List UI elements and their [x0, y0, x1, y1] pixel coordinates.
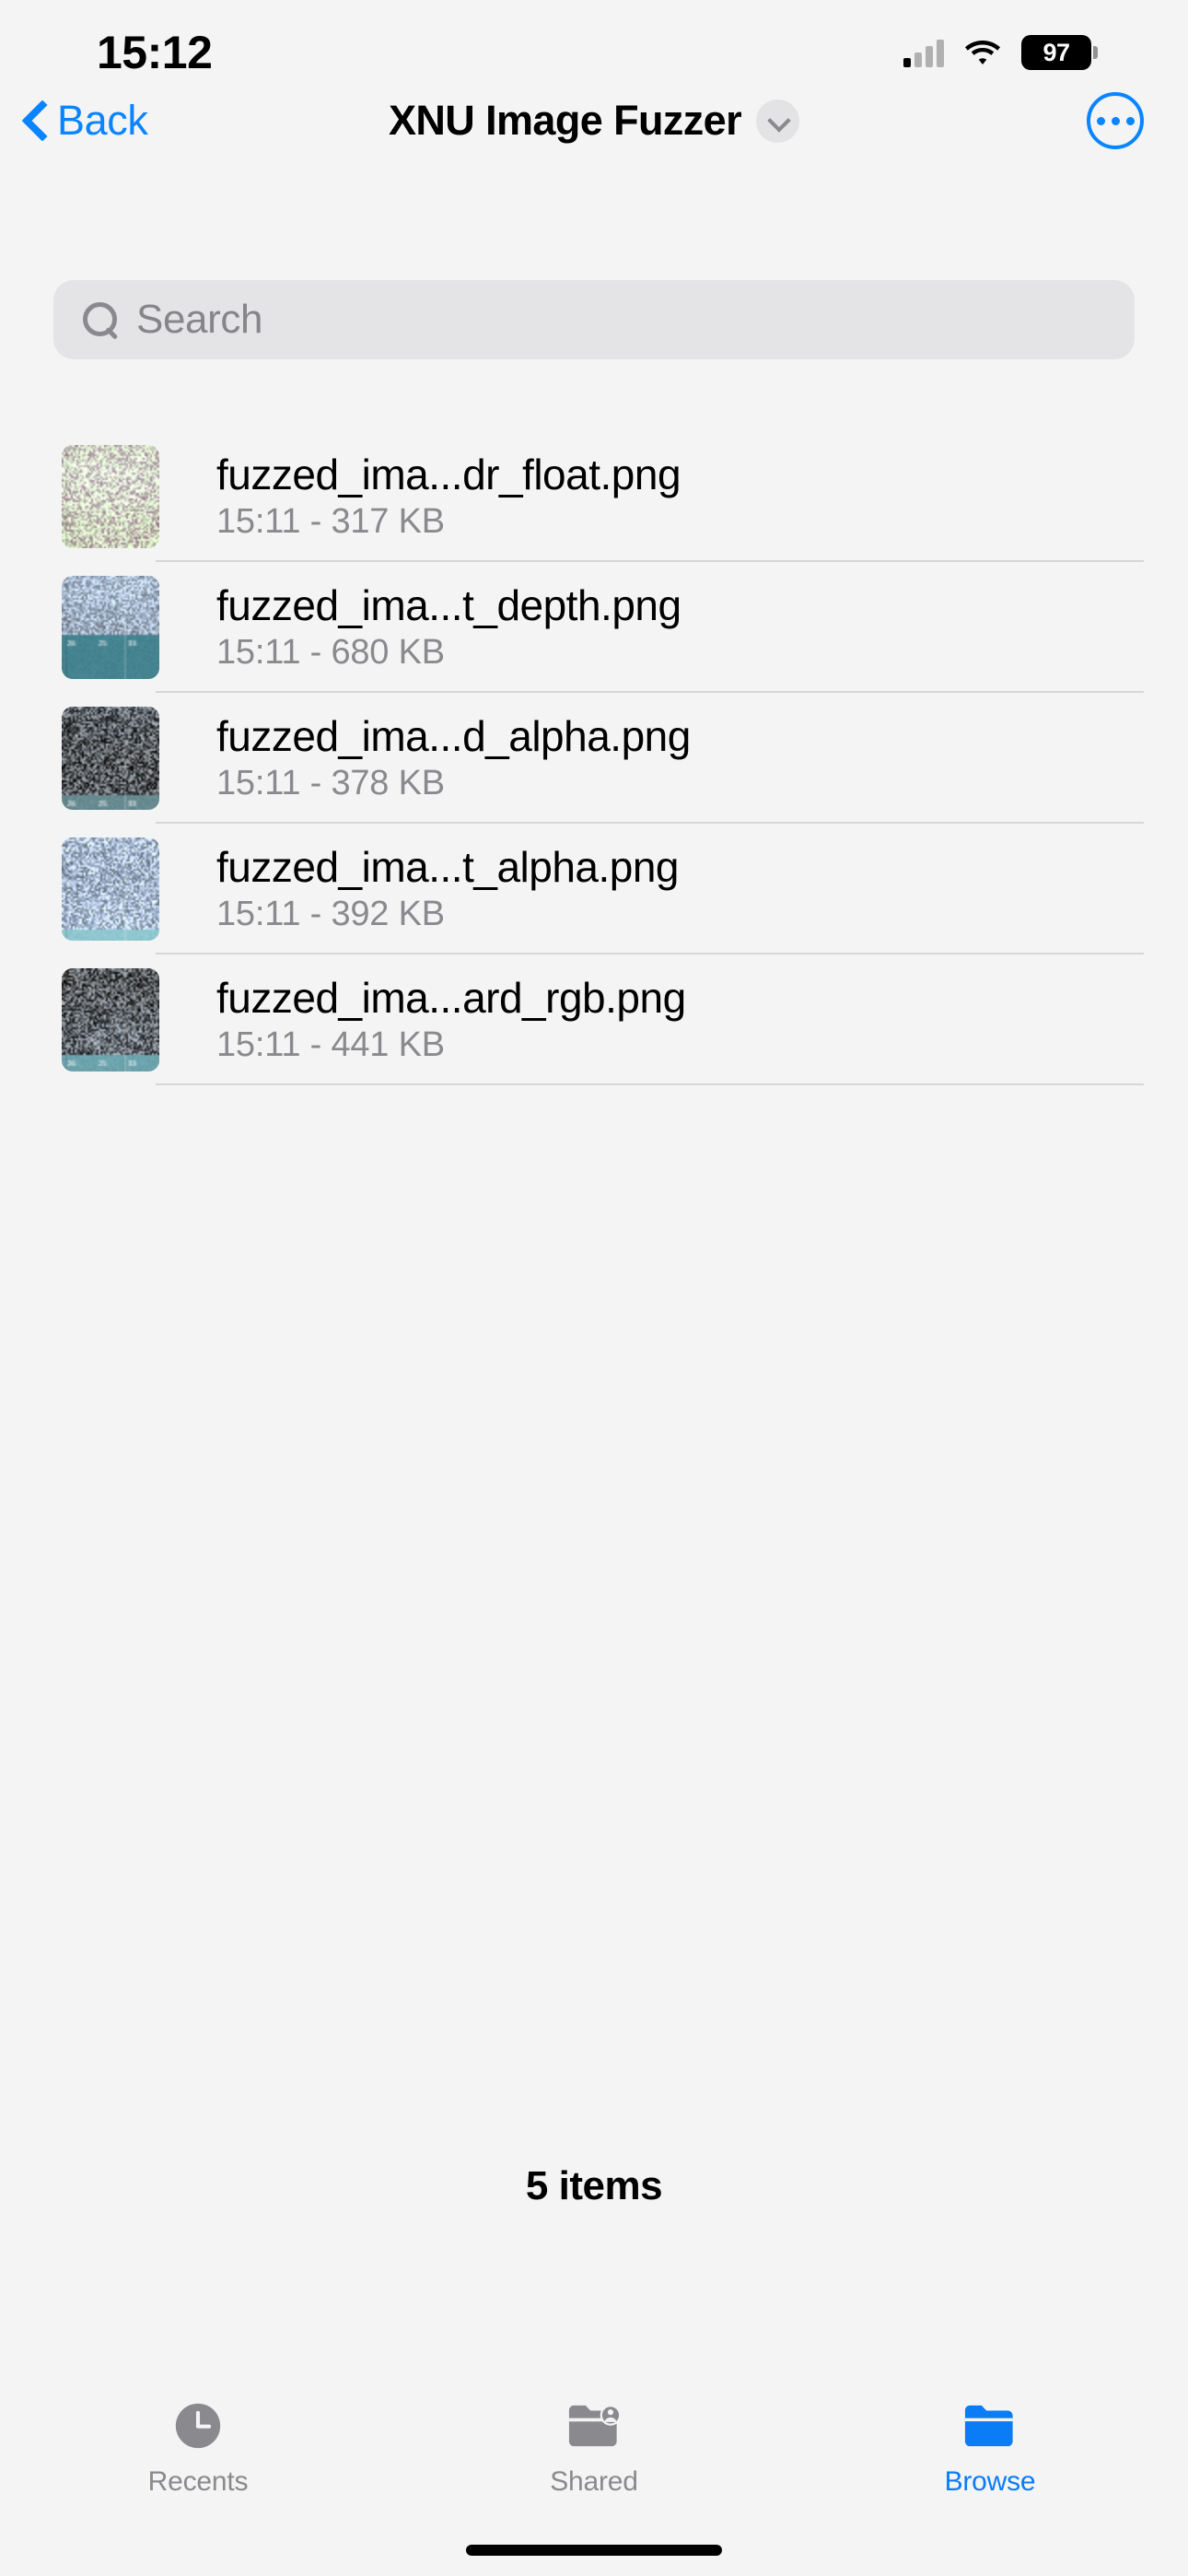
- tab-label-shared: Shared: [550, 2466, 638, 2498]
- file-list: fuzzed_ima...dr_float.png 15:11 - 317 KB…: [0, 431, 1188, 1085]
- file-meta: 15:11 - 441 KB: [216, 1027, 686, 1064]
- file-row-text: fuzzed_ima...t_alpha.png 15:11 - 392 KB: [216, 845, 679, 933]
- row-separator: [156, 1083, 1144, 1085]
- file-row-text: fuzzed_ima...d_alpha.png 15:11 - 378 KB: [216, 714, 691, 802]
- ellipsis-dot-icon: [1097, 117, 1105, 125]
- chevron-left-icon: [24, 100, 48, 141]
- battery-icon: 97: [1021, 35, 1091, 70]
- clock-icon: [166, 2398, 230, 2453]
- file-row-text: fuzzed_ima...ard_rgb.png 15:11 - 441 KB: [216, 976, 686, 1064]
- file-meta: 15:11 - 317 KB: [216, 504, 681, 541]
- file-thumbnail: [62, 707, 159, 810]
- back-button-label: Back: [57, 97, 147, 145]
- tab-recents[interactable]: Recents: [0, 2398, 396, 2498]
- file-meta: 15:11 - 680 KB: [216, 635, 681, 672]
- tab-label-recents: Recents: [148, 2466, 249, 2498]
- item-count-label: 5 items: [0, 2163, 1188, 2209]
- file-name: fuzzed_ima...ard_rgb.png: [216, 976, 686, 1020]
- table-row[interactable]: fuzzed_ima...d_alpha.png 15:11 - 378 KB: [0, 693, 1188, 824]
- search-icon: [81, 300, 120, 339]
- file-name: fuzzed_ima...t_alpha.png: [216, 845, 679, 889]
- ellipsis-dot-icon: [1112, 117, 1120, 125]
- search-bar: Search: [53, 280, 1135, 359]
- table-row[interactable]: fuzzed_ima...ard_rgb.png 15:11 - 441 KB: [0, 954, 1188, 1085]
- folder-icon: [958, 2398, 1022, 2453]
- title-dropdown-button[interactable]: [756, 100, 799, 143]
- battery-percent-label: 97: [1042, 39, 1069, 67]
- file-thumbnail: [62, 968, 159, 1071]
- search-input[interactable]: Search: [53, 280, 1135, 359]
- file-thumbnail: [62, 445, 159, 548]
- file-thumbnail: [62, 837, 159, 941]
- chevron-down-icon: [770, 112, 786, 129]
- file-name: fuzzed_ima...dr_float.png: [216, 452, 681, 497]
- shared-folder-icon: [562, 2398, 626, 2453]
- nav-title-group: XNU Image Fuzzer: [389, 97, 799, 145]
- table-row[interactable]: fuzzed_ima...t_depth.png 15:11 - 680 KB: [0, 562, 1188, 693]
- tab-shared[interactable]: Shared: [396, 2398, 792, 2498]
- cellular-bars-icon: [903, 38, 944, 67]
- status-bar-indicators: 97: [903, 35, 1091, 70]
- back-button[interactable]: Back: [24, 97, 147, 145]
- file-meta: 15:11 - 378 KB: [216, 766, 691, 802]
- file-row-text: fuzzed_ima...dr_float.png 15:11 - 317 KB: [216, 452, 681, 541]
- file-meta: 15:11 - 392 KB: [216, 896, 679, 933]
- table-row[interactable]: fuzzed_ima...t_alpha.png 15:11 - 392 KB: [0, 824, 1188, 954]
- more-options-button[interactable]: [1087, 92, 1144, 149]
- wifi-icon: [964, 39, 1001, 66]
- status-bar-time: 15:12: [97, 26, 212, 79]
- file-name: fuzzed_ima...t_depth.png: [216, 583, 681, 627]
- status-bar: 15:12 97: [0, 0, 1188, 92]
- file-thumbnail: [62, 576, 159, 679]
- search-placeholder: Search: [136, 297, 262, 343]
- file-row-text: fuzzed_ima...t_depth.png 15:11 - 680 KB: [216, 583, 681, 672]
- table-row[interactable]: fuzzed_ima...dr_float.png 15:11 - 317 KB: [0, 431, 1188, 562]
- home-indicator: [466, 2545, 722, 2556]
- page-title: XNU Image Fuzzer: [389, 97, 741, 145]
- ellipsis-dot-icon: [1126, 117, 1135, 125]
- file-name: fuzzed_ima...d_alpha.png: [216, 714, 691, 758]
- files-app-screen: 15:12 97 Back XNU Image Fuzzer: [0, 0, 1188, 2576]
- tab-label-browse: Browse: [945, 2466, 1036, 2498]
- navigation-bar: Back XNU Image Fuzzer: [0, 85, 1188, 157]
- tab-browse[interactable]: Browse: [792, 2398, 1188, 2498]
